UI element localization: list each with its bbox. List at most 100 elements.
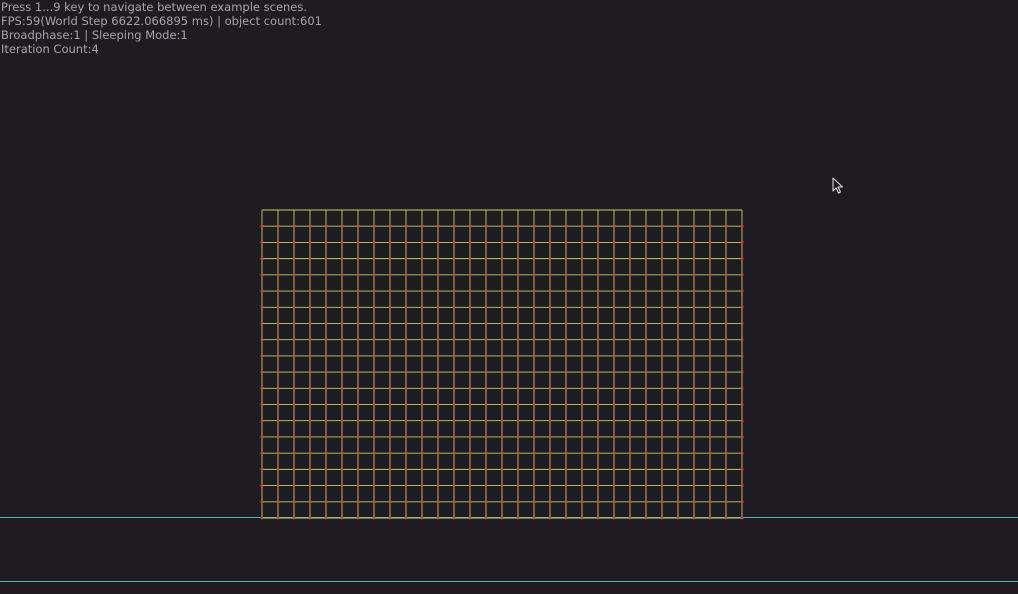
cloth-particle (404, 419, 408, 423)
cloth-particle (548, 419, 552, 423)
cloth-particle (644, 354, 648, 358)
cloth-particle (548, 516, 552, 520)
cloth-particle (628, 322, 632, 325)
cloth-particle (276, 224, 280, 228)
cloth-particle (436, 451, 440, 455)
cloth-particle (420, 451, 424, 455)
cloth-particle (468, 224, 472, 228)
cloth-particle (500, 386, 504, 390)
cloth-particle (260, 257, 264, 261)
cloth-particle (484, 322, 488, 325)
cloth-particle (452, 322, 456, 325)
cloth-particle (404, 435, 408, 439)
cloth-particle (660, 273, 664, 277)
cloth-particle (372, 500, 376, 504)
cloth-particle (740, 500, 744, 504)
cloth-particle (372, 516, 376, 520)
cloth-particle (724, 354, 728, 358)
cloth-particle (340, 273, 344, 277)
cloth-particle (324, 305, 328, 309)
hud-overlay: Press 1...9 key to navigate between exam… (1, 0, 322, 56)
cloth-particle (436, 484, 440, 487)
cloth-particle (580, 354, 584, 358)
cloth-particle (500, 500, 504, 504)
cloth-particle (388, 241, 392, 244)
cloth-particle (596, 273, 600, 277)
cloth-particle (532, 257, 536, 261)
cloth-particle (468, 241, 472, 244)
cloth-particle (500, 224, 504, 228)
cloth-particle (724, 322, 728, 325)
cloth-particle (548, 467, 552, 471)
cloth-particle (292, 451, 296, 455)
cloth-particle (404, 273, 408, 277)
cloth-particle (548, 273, 552, 277)
cloth-particle (612, 435, 616, 439)
cloth-particle (388, 435, 392, 439)
cloth-particle (740, 273, 744, 277)
cloth-particle (548, 370, 552, 374)
cloth-particle (516, 451, 520, 455)
cloth-particle (564, 257, 568, 261)
cloth-particle (404, 354, 408, 358)
cloth-particle (484, 419, 488, 423)
cloth-particle (692, 257, 696, 261)
cloth-particle (644, 386, 648, 390)
cloth-particle (436, 322, 440, 325)
cloth-particle (516, 289, 520, 293)
cloth-particle (708, 257, 712, 261)
cloth-particle (516, 484, 520, 487)
cloth-particle (420, 516, 424, 520)
cloth-particle (724, 338, 728, 342)
cloth-particle (532, 419, 536, 423)
cloth-particle (468, 484, 472, 487)
cloth-particle (548, 338, 552, 342)
cloth-particle (356, 516, 360, 520)
physics-scene[interactable] (0, 0, 1018, 594)
physics-viewport[interactable]: Press 1...9 key to navigate between exam… (0, 0, 1018, 594)
cloth-particle (324, 484, 328, 487)
cloth-particle (692, 322, 696, 325)
cloth-particle (564, 370, 568, 374)
cloth-particle (452, 273, 456, 277)
cloth-particle (324, 370, 328, 374)
cloth-particle (708, 516, 712, 520)
cloth-particle (596, 322, 600, 325)
cloth-particle (516, 273, 520, 277)
cloth-particle (516, 338, 520, 342)
cloth-particle (548, 435, 552, 439)
cloth-particle (740, 338, 744, 342)
cloth-particle (452, 370, 456, 374)
cloth-particle (308, 338, 312, 342)
cloth-particle (740, 435, 744, 439)
cloth-particle (324, 354, 328, 358)
cloth-particle (292, 516, 296, 520)
hud-modes: Broadphase:1 | Sleeping Mode:1 (1, 28, 188, 42)
cloth-particle (308, 419, 312, 423)
cloth-particle (388, 403, 392, 406)
cloth-particle (324, 435, 328, 439)
cloth-particle (292, 500, 296, 504)
cloth-particle (644, 273, 648, 277)
cloth-particle (404, 484, 408, 487)
cloth-particle (612, 257, 616, 261)
cloth-particle (340, 451, 344, 455)
cloth-particle (292, 354, 296, 358)
cloth-particle (468, 386, 472, 390)
cloth-particle (436, 224, 440, 228)
cloth-particle (692, 419, 696, 423)
cloth-particle (404, 289, 408, 293)
cloth-particle (532, 370, 536, 374)
cloth-particle (548, 224, 552, 228)
cloth-particle (596, 289, 600, 293)
cloth-particle (324, 516, 328, 520)
cloth-particle (500, 467, 504, 471)
cloth-particle (644, 419, 648, 423)
cloth-particle (452, 289, 456, 293)
cloth-particle (372, 322, 376, 325)
cloth-particle (708, 305, 712, 309)
cloth-particle (612, 338, 616, 342)
cloth-particle (308, 289, 312, 293)
cloth-particle (372, 338, 376, 342)
cloth-particle (612, 289, 616, 293)
